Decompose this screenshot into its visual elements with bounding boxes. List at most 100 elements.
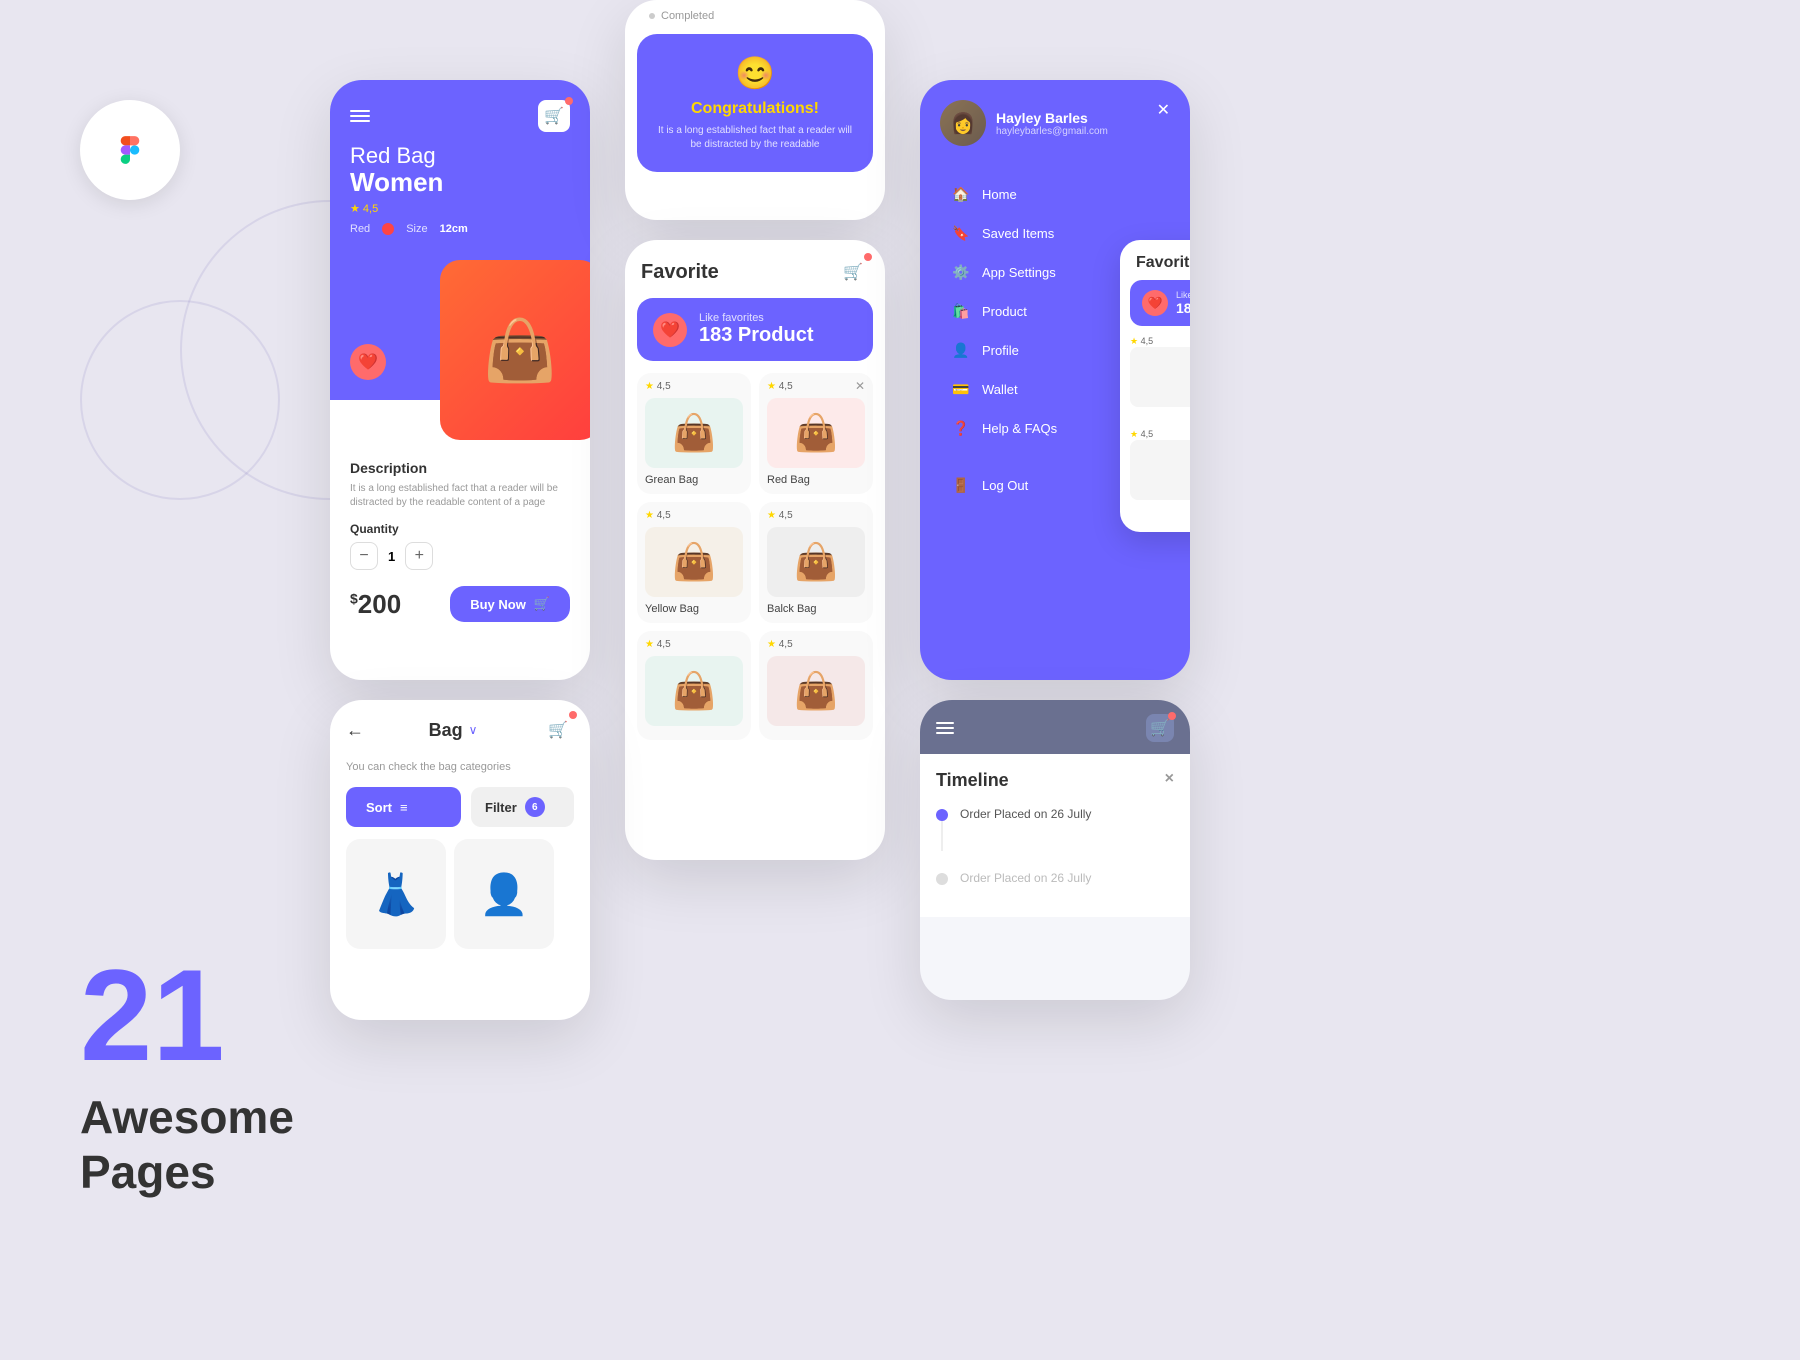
status-row: Completed xyxy=(625,0,885,22)
fav-bag-green: 👜 xyxy=(645,398,743,468)
product-header: 🛒 Red Bag Women ★ 4,5 Red Size 12cm 👜 ❤️ xyxy=(330,80,590,400)
fav-panel-rating-2: ★ 4,5 xyxy=(1130,429,1190,440)
nav-saved-label: Saved Items xyxy=(982,226,1054,241)
user-name: Hayley Barles xyxy=(996,110,1108,126)
fav-panel-count-section: Like favorites 183 Pro... xyxy=(1176,290,1190,316)
nav-home-label: Home xyxy=(982,187,1017,202)
fav-bag-red: 👜 xyxy=(767,398,865,468)
nav-settings-label: App Settings xyxy=(982,265,1056,280)
fav-bag-6: 👜 xyxy=(767,656,865,726)
congrats-emoji: 😊 xyxy=(657,54,853,92)
congrats-banner: 😊 Congratulations! It is a long establis… xyxy=(637,34,873,172)
buy-now-button[interactable]: Buy Now 🛒 xyxy=(450,586,570,622)
help-icon: ❓ xyxy=(952,420,970,437)
bag-subtitle: You can check the bag categories xyxy=(330,760,590,787)
profile-icon: 👤 xyxy=(952,342,970,359)
bag-preview-2: 👤 xyxy=(454,839,554,949)
big-number: 21 xyxy=(80,950,225,1080)
nav-logout-label: Log Out xyxy=(982,478,1028,493)
bag-preview-1: 👗 xyxy=(346,839,446,949)
timeline-cart-button[interactable]: 🛒 xyxy=(1146,714,1174,742)
favorite-panel-overlay: Favorite ❤️ Like favorites 183 Pro... ★ … xyxy=(1120,240,1190,532)
product-options: Red Size 12cm xyxy=(350,223,570,235)
favorite-count-section: Like favorites 183 Product xyxy=(699,312,813,347)
like-label: Like favorites xyxy=(699,312,813,324)
timeline-dot-inactive xyxy=(936,873,948,885)
timeline-close[interactable]: × xyxy=(1165,770,1174,791)
fav-item-red: ✕ ★ 4,5 👜 Red Bag xyxy=(759,373,873,494)
timeline-header: 🛒 xyxy=(920,700,1190,754)
sort-button[interactable]: Sort ≡ xyxy=(346,787,461,827)
product-price: $200 xyxy=(350,589,401,620)
filter-count-badge: 6 xyxy=(525,797,545,817)
favorite-grid: ★ 4,5 👜 Grean Bag ✕ ★ 4,5 👜 Red Bag ★ 4,… xyxy=(625,361,885,752)
wallet-icon: 💳 xyxy=(952,381,970,398)
card-timeline: 🛒 Timeline × Order Placed on 26 Jully Or… xyxy=(920,700,1190,1000)
fav-panel-name-2: Yellow Bag xyxy=(1130,503,1190,514)
fav-rating-2: ★ 4,5 xyxy=(767,381,865,392)
fav-rating-3: ★ 4,5 xyxy=(645,510,743,521)
avatar-image: 👩 xyxy=(940,100,986,146)
nav-wallet-label: Wallet xyxy=(982,382,1018,397)
fav-bag-yellow: 👜 xyxy=(645,527,743,597)
cart-notification-dot xyxy=(565,97,573,105)
bag-placeholder: 👜 xyxy=(440,260,590,440)
congrats-title: Congratulations! xyxy=(657,100,853,118)
like-count: 183 Product xyxy=(699,324,813,347)
favorite-button[interactable]: ❤️ xyxy=(350,344,386,380)
header-icons: 🛒 xyxy=(350,100,570,132)
fav-rating-6: ★ 4,5 xyxy=(767,639,865,650)
back-button[interactable]: ← xyxy=(346,720,364,741)
nav-profile-label: Profile xyxy=(982,343,1019,358)
product-title: Red Bag Women xyxy=(350,144,570,197)
fav-panel-item-1: ★ 4,5 👜 Grean Bag xyxy=(1130,336,1190,421)
sidebar-item-home[interactable]: 🏠 Home xyxy=(940,176,1170,213)
fav-panel-title: Favorite xyxy=(1120,240,1190,280)
fav-rating-1: ★ 4,5 xyxy=(645,381,743,392)
settings-icon: ⚙️ xyxy=(952,264,970,281)
description-text: It is a long established fact that a rea… xyxy=(350,482,570,510)
timeline-body: Timeline × Order Placed on 26 Jully Orde… xyxy=(920,754,1190,917)
sidebar-close[interactable]: ✕ xyxy=(1157,100,1170,120)
fav-panel-items: ★ 4,5 👜 Grean Bag ★ 4,5 👜 Yellow Bag xyxy=(1120,336,1190,532)
nav-help-label: Help & FAQs xyxy=(982,421,1057,436)
fav-remove-2[interactable]: ✕ xyxy=(855,379,865,393)
sort-icon: ≡ xyxy=(400,800,408,815)
fav-panel-name-1: Grean Bag xyxy=(1130,410,1190,421)
fav-name-2: Red Bag xyxy=(767,474,865,486)
figma-logo xyxy=(80,100,180,200)
nav-product-label: Product xyxy=(982,304,1027,319)
quantity-minus[interactable]: − xyxy=(350,542,378,570)
congrats-text: It is a long established fact that a rea… xyxy=(657,124,853,152)
quantity-plus[interactable]: + xyxy=(405,542,433,570)
description-title: Description xyxy=(350,460,570,476)
user-avatar: 👩 xyxy=(940,100,986,146)
home-icon: 🏠 xyxy=(952,186,970,203)
saved-icon: 🔖 xyxy=(952,225,970,242)
quantity-value: 1 xyxy=(388,549,395,564)
color-dot xyxy=(382,223,394,235)
logout-icon: 🚪 xyxy=(952,477,970,494)
favorite-header: Favorite 🛒 xyxy=(625,240,885,298)
user-info: Hayley Barles hayleybarles@gmail.com xyxy=(996,110,1108,137)
quantity-row: − 1 + xyxy=(350,542,570,570)
fav-item-black: ★ 4,5 👜 Balck Bag xyxy=(759,502,873,623)
hamburger-icon[interactable] xyxy=(350,110,370,122)
sidebar-user: 👩 Hayley Barles hayleybarles@gmail.com ✕ xyxy=(920,80,1190,166)
cart-button[interactable]: 🛒 xyxy=(538,100,570,132)
fav-item-5: ★ 4,5 👜 xyxy=(637,631,751,740)
fav-name-3: Yellow Bag xyxy=(645,603,743,615)
bag-header: ← Bag ∨ 🛒 xyxy=(330,700,590,760)
big-subtitle: Awesome Pages xyxy=(80,1090,294,1200)
timeline-event-1: Order Placed on 26 Jully xyxy=(960,807,1091,821)
fav-bag-black: 👜 xyxy=(767,527,865,597)
fav-rating-4: ★ 4,5 xyxy=(767,510,865,521)
fav-cart-button[interactable]: 🛒 xyxy=(837,256,869,288)
filter-button[interactable]: Filter 6 xyxy=(471,787,574,827)
timeline-hamburger[interactable] xyxy=(936,722,954,734)
bag-cart-button[interactable]: 🛒 xyxy=(542,714,574,746)
price-section: $200 Buy Now 🛒 xyxy=(350,586,570,622)
fav-item-6: ★ 4,5 👜 xyxy=(759,631,873,740)
timeline-cart-dot xyxy=(1168,712,1176,720)
fav-rating-5: ★ 4,5 xyxy=(645,639,743,650)
